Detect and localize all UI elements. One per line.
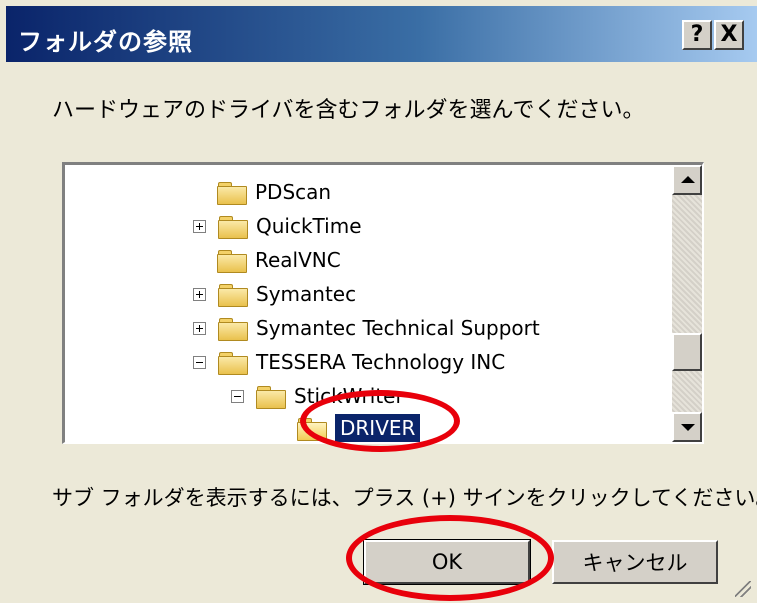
collapse-minus-icon[interactable]: [193, 355, 206, 369]
up-arrow-icon: [681, 176, 695, 183]
tree-item-label: Symantec: [256, 282, 357, 306]
expand-plus-icon[interactable]: [193, 219, 206, 233]
scroll-down-button[interactable]: [672, 412, 702, 442]
tree-item-pdscan[interactable]: PDScan: [217, 175, 331, 209]
instruction-text: ハードウェアのドライバを含むフォルダを選んでください。: [52, 98, 645, 123]
tree-item-symantec[interactable]: Symantec: [193, 277, 356, 311]
folder-icon: [218, 214, 248, 239]
title-bar[interactable]: フォルダの参照 ? X: [6, 6, 757, 62]
tree-item-tessera-technology[interactable]: TESSERA Technology INC: [193, 345, 505, 379]
tree-item-label: Symantec Technical Support: [256, 316, 540, 340]
folder-tree[interactable]: PDScan QuickTime RealVNC Symantec Symant…: [62, 162, 704, 444]
folder-icon: [218, 282, 248, 307]
folder-icon: [218, 316, 248, 341]
folder-icon: [217, 248, 247, 273]
open-folder-icon: [297, 416, 327, 441]
tree-item-quicktime[interactable]: QuickTime: [193, 209, 362, 243]
tree-item-stickwriter[interactable]: StickWriter: [231, 379, 404, 413]
tree-item-label: StickWriter: [294, 384, 404, 408]
tree-item-label: TESSERA Technology INC: [256, 350, 506, 374]
ok-button[interactable]: OK: [363, 539, 531, 585]
tree-item-realvnc[interactable]: RealVNC: [217, 243, 341, 277]
tree-item-label: QuickTime: [256, 214, 362, 238]
browse-folder-dialog: フォルダの参照 ? X ハードウェアのドライバを含むフォルダを選んでください。 …: [0, 0, 757, 603]
vertical-scrollbar[interactable]: [672, 165, 702, 442]
cancel-button[interactable]: キャンセル: [552, 540, 718, 584]
collapse-minus-icon[interactable]: [231, 389, 244, 403]
folder-icon: [218, 350, 248, 375]
scroll-up-button[interactable]: [672, 165, 702, 195]
folder-icon: [256, 384, 286, 409]
tree-item-label-selected: DRIVER: [333, 413, 422, 442]
tree-item-symantec-technical-support[interactable]: Symantec Technical Support: [193, 311, 540, 345]
resize-grip-icon[interactable]: [735, 581, 751, 597]
close-button[interactable]: X: [714, 20, 744, 50]
expand-plus-icon[interactable]: [193, 287, 206, 301]
tree-item-driver[interactable]: DRIVER: [297, 411, 422, 442]
window-title: フォルダの参照: [18, 28, 193, 56]
scroll-thumb[interactable]: [672, 333, 702, 371]
tree-item-label: PDScan: [255, 180, 332, 204]
tree-item-label: RealVNC: [255, 248, 341, 272]
help-button[interactable]: ?: [682, 20, 712, 50]
folder-icon: [217, 180, 247, 205]
down-arrow-icon: [681, 424, 695, 431]
hint-text: サブ フォルダを表示するには、プラス (+) サインをクリックしてください。: [52, 486, 757, 510]
expand-plus-icon[interactable]: [193, 321, 206, 335]
